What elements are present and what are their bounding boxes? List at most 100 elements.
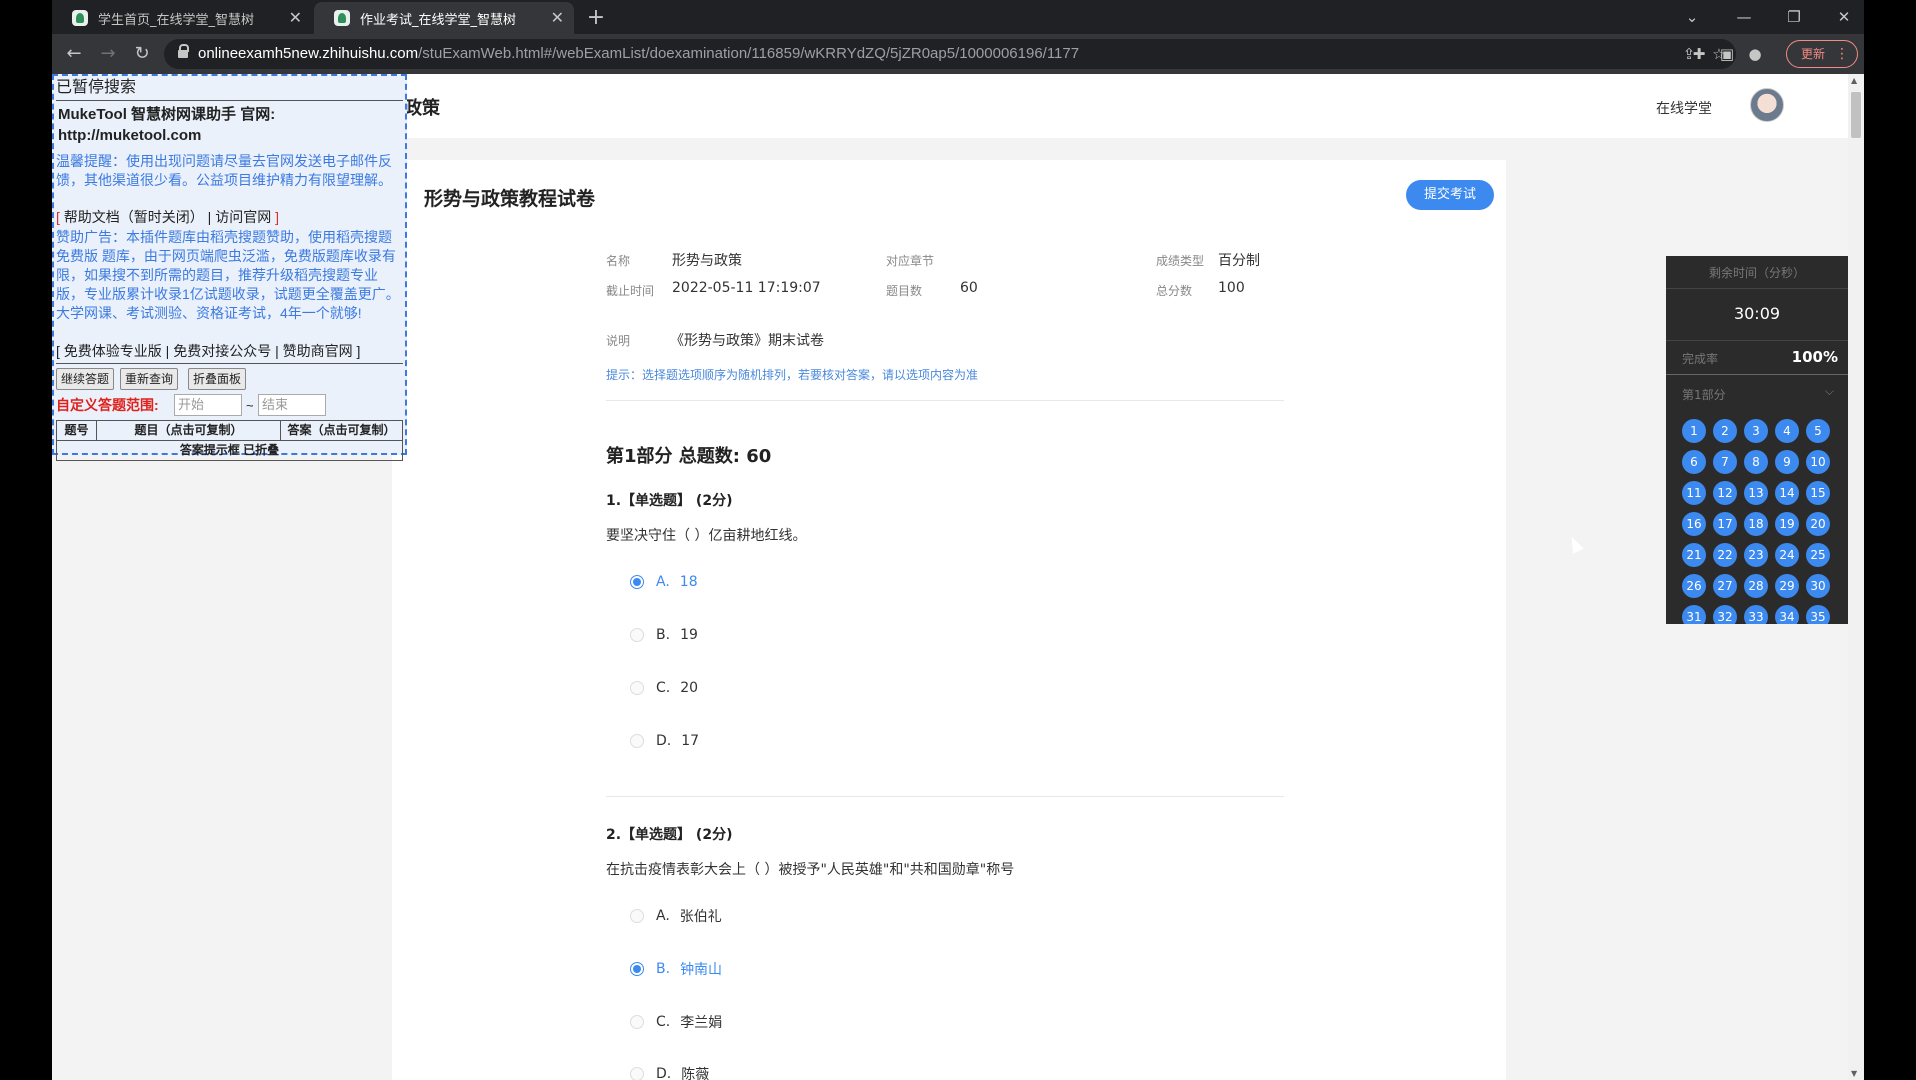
scroll-down-icon[interactable]: ▼ [1851,1069,1857,1078]
tab-student-home[interactable]: 学生首页_在线学堂_智慧树 ✕ [52,2,312,34]
chevron-down-icon[interactable]: ⌵ [1825,384,1834,399]
question-number-18[interactable]: 18 [1744,512,1768,536]
zhihuishu-favicon-icon [72,10,88,26]
option-text: 李兰娟 [680,1015,723,1031]
info-total-label: 总分数 [1156,284,1193,298]
question-number-9[interactable]: 9 [1775,450,1799,474]
question-number-4[interactable]: 4 [1775,419,1799,443]
continue-answering-button[interactable]: 继续答题 [56,368,115,390]
question-number-15[interactable]: 15 [1806,481,1830,505]
help-doc-link[interactable]: 帮助文档（暂时关闭） [64,209,204,225]
question-number-30[interactable]: 30 [1806,574,1830,598]
question-number-10[interactable]: 10 [1806,450,1830,474]
reload-icon[interactable]: ↻ [130,42,154,66]
range-start-input[interactable]: 开始 [174,394,242,416]
exam-paper: 形势与政策教程试卷 提交考试 名称 形势与政策 对应章节 成绩类型 百分制 截止… [392,160,1506,1080]
question-number-5[interactable]: 5 [1806,419,1830,443]
range-end-input[interactable]: 结束 [258,394,326,416]
close-window-button[interactable]: ✕ [1824,4,1864,30]
question-1-option-a[interactable]: A. 18 [630,572,698,592]
radio-icon [630,628,644,642]
visit-site-link[interactable]: 访问官网 [215,209,271,225]
col-number-header: 题号 [56,420,97,441]
question-number-16[interactable]: 16 [1682,512,1706,536]
extensions-puzzle-icon[interactable]: ✚ [1688,43,1710,65]
page-scrollbar[interactable]: ▲ ▼ [1848,74,1864,1080]
completion-rate-label: 完成率 [1682,352,1719,366]
info-desc-value: 《形势与政策》期末试卷 [670,333,824,349]
question-number-23[interactable]: 23 [1744,543,1768,567]
question-number-21[interactable]: 21 [1682,543,1706,567]
folded-notice[interactable]: 答案提示框 已折叠 [56,440,403,461]
question-number-25[interactable]: 25 [1806,543,1830,567]
question-number-33[interactable]: 33 [1744,605,1768,624]
option-letter: C. [656,1014,671,1030]
profile-icon[interactable]: ● [1744,43,1766,65]
requery-button[interactable]: 重新查询 [120,368,179,390]
question-number-13[interactable]: 13 [1744,481,1768,505]
question-number-28[interactable]: 28 [1744,574,1768,598]
question-2-option-b[interactable]: B. 钟南山 [630,959,722,979]
muketool-helper-panel: 已暂停搜索 MukeTool 智慧树网课助手 官网: http://muketo… [52,74,407,461]
helper-sponsor-ad: 赞助广告：本插件题库由稻壳搜题赞助，使用稻壳搜题 免费版 题库，由于网页端爬虫泛… [56,229,400,321]
scroll-thumb[interactable] [1851,92,1861,138]
back-arrow-icon[interactable]: ← [62,42,86,66]
question-number-1[interactable]: 1 [1682,419,1706,443]
question-number-26[interactable]: 26 [1682,574,1706,598]
question-2-option-c[interactable]: C. 李兰娟 [630,1012,722,1032]
question-number-31[interactable]: 31 [1682,605,1706,624]
question-number-8[interactable]: 8 [1744,450,1768,474]
question-number-19[interactable]: 19 [1775,512,1799,536]
question-1-option-c[interactable]: C. 20 [630,678,698,698]
close-tab-icon[interactable]: ✕ [551,9,564,27]
header-title: 政策 [404,98,440,119]
address-bar[interactable]: onlineexamh5new.zhihuishu.com/stuExamWeb… [164,39,1736,69]
question-number-20[interactable]: 20 [1806,512,1830,536]
tab-search-icon[interactable]: ⌄ [1672,4,1712,30]
question-number-2[interactable]: 2 [1713,419,1737,443]
question-number-12[interactable]: 12 [1713,481,1737,505]
radio-icon [630,909,644,923]
divider [1666,340,1848,341]
question-1-option-d[interactable]: D. 17 [630,731,699,751]
question-number-22[interactable]: 22 [1713,543,1737,567]
submit-exam-button[interactable]: 提交考试 [1406,180,1494,210]
question-number-29[interactable]: 29 [1775,574,1799,598]
update-button[interactable]: 更新 ⋮ [1786,40,1858,68]
forward-arrow-icon[interactable]: → [96,42,120,66]
minimize-button[interactable]: — [1724,4,1764,30]
side-panel-icon[interactable]: ▣ [1716,43,1738,65]
question-number-7[interactable]: 7 [1713,450,1737,474]
question-number-27[interactable]: 27 [1713,574,1737,598]
part-selector-label[interactable]: 第1部分 [1682,386,1726,403]
browser-window: 学生首页_在线学堂_智慧树 ✕ 作业考试_在线学堂_智慧树 ✕ + ⌄ — ❐ … [52,0,1864,1080]
option-text: 19 [680,627,698,643]
question-1-option-b[interactable]: B. 19 [630,625,698,645]
close-tab-icon[interactable]: ✕ [289,9,302,27]
question-number-3[interactable]: 3 [1744,419,1768,443]
helper-footer-links[interactable]: [ 免费体验专业版 | 免费对接公众号 | 赞助商官网 ] [56,342,403,361]
tab-exam[interactable]: 作业考试_在线学堂_智慧树 ✕ [314,2,574,34]
zhihuishu-favicon-icon [334,10,350,26]
restore-button[interactable]: ❐ [1774,4,1814,30]
fold-panel-button[interactable]: 折叠面板 [188,368,247,390]
range-separator: ~ [246,398,254,413]
online-classroom-link[interactable]: 在线学堂 [1656,98,1712,118]
scroll-up-icon[interactable]: ▲ [1851,76,1857,85]
question-number-24[interactable]: 24 [1775,543,1799,567]
question-number-35[interactable]: 35 [1806,605,1830,624]
info-deadline-label: 截止时间 [606,284,655,298]
question-number-14[interactable]: 14 [1775,481,1799,505]
col-answer-header: 答案（点击可复制） [280,420,403,441]
question-2-option-d[interactable]: D. 陈薇 [630,1064,709,1080]
question-number-34[interactable]: 34 [1775,605,1799,624]
question-number-11[interactable]: 11 [1682,481,1706,505]
question-number-6[interactable]: 6 [1682,450,1706,474]
option-text: 陈薇 [681,1067,710,1080]
question-2-option-a[interactable]: A. 张伯礼 [630,906,722,926]
avatar[interactable] [1750,88,1784,122]
question-number-17[interactable]: 17 [1713,512,1737,536]
question-number-32[interactable]: 32 [1713,605,1737,624]
info-name-value: 形势与政策 [672,253,742,269]
new-tab-button[interactable]: + [582,4,610,32]
